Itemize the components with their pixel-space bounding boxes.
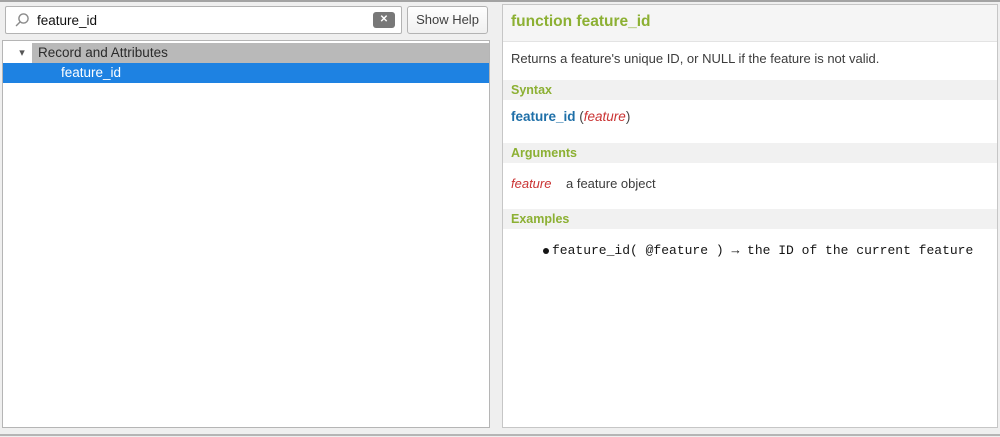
example-result: the ID of the current feature <box>747 243 973 258</box>
tree-group-label: Record and Attributes <box>38 43 168 63</box>
window-bottom-edge <box>0 434 1000 436</box>
syntax-function-name: feature_id <box>511 109 576 124</box>
arguments-heading: Arguments <box>511 143 577 163</box>
window-top-edge <box>0 0 1000 2</box>
tree-item-feature-id[interactable]: feature_id <box>3 63 489 83</box>
examples-section-header: Examples <box>503 209 997 229</box>
function-tree: ▾ Record and Attributes feature_id <box>2 40 490 428</box>
search-input[interactable] <box>37 13 373 28</box>
function-description: Returns a feature's unique ID, or NULL i… <box>511 51 879 66</box>
syntax-paren-close: ) <box>626 109 631 124</box>
tree-group-record-and-attributes[interactable]: ▾ Record and Attributes <box>3 43 489 63</box>
help-title: function feature_id <box>511 13 651 31</box>
arguments-section-header: Arguments <box>503 143 997 163</box>
example-arrow-icon: → <box>724 243 747 258</box>
syntax-section-header: Syntax <box>503 80 997 100</box>
search-icon <box>14 12 30 28</box>
show-help-button[interactable]: Show Help <box>407 6 488 34</box>
clear-search-icon[interactable]: ✕ <box>373 12 395 28</box>
example-row: feature_id( @feature ) → the ID of the c… <box>543 243 973 258</box>
syntax-heading: Syntax <box>511 80 552 100</box>
argument-description: a feature object <box>566 176 656 191</box>
example-code: feature_id( @feature ) <box>552 243 724 258</box>
syntax-line: feature_id (feature) <box>511 109 630 124</box>
argument-name: feature <box>511 176 566 191</box>
bullet-icon <box>543 248 549 254</box>
argument-row: featurea feature object <box>511 176 656 191</box>
search-box[interactable]: ✕ <box>5 6 402 34</box>
syntax-paren-open: ( <box>576 109 584 124</box>
syntax-argument: feature <box>584 109 626 124</box>
examples-heading: Examples <box>511 209 569 229</box>
help-panel: function feature_id Returns a feature's … <box>502 4 998 428</box>
collapse-arrow-icon[interactable]: ▾ <box>12 43 32 63</box>
